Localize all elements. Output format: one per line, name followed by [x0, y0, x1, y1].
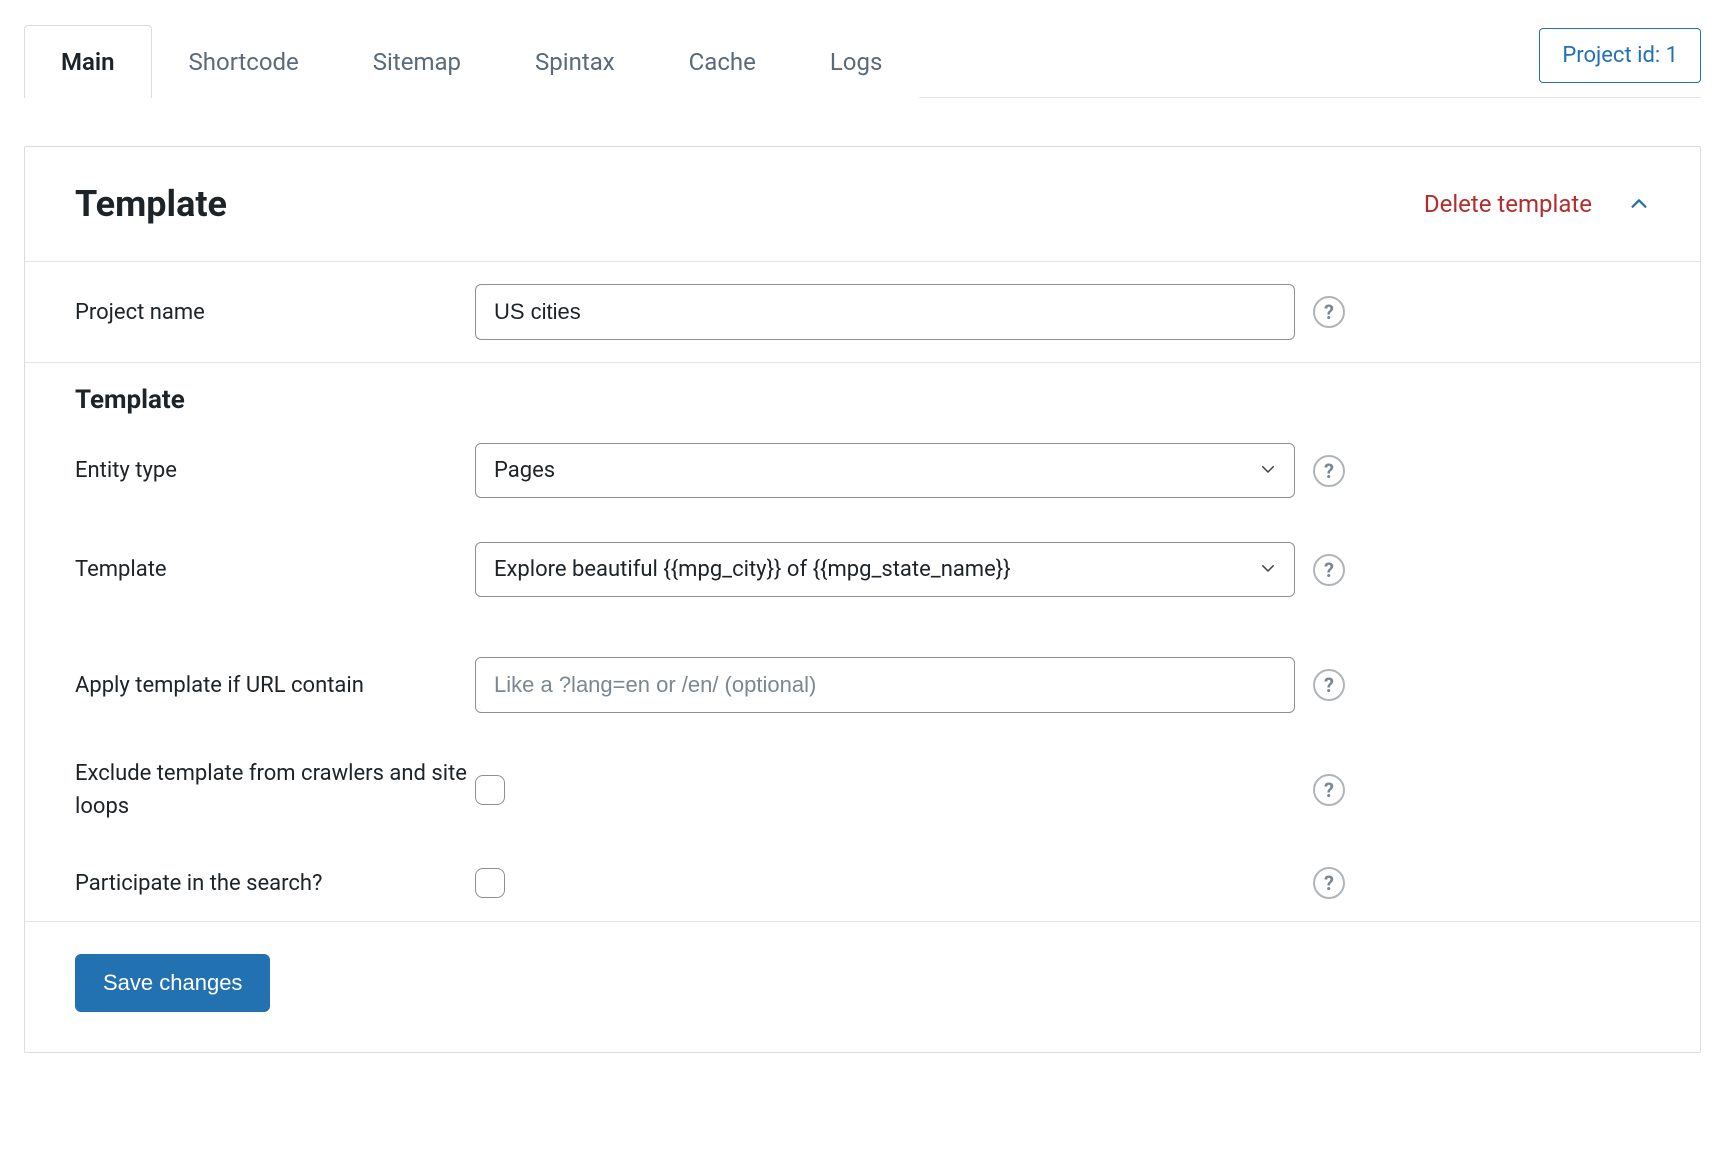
section-subtitle-template: Template — [25, 363, 1700, 421]
tabs: Main Shortcode Sitemap Spintax Cache Log… — [24, 24, 1539, 97]
label-project-name: Project name — [75, 300, 475, 325]
project-id-badge[interactable]: Project id: 1 — [1539, 28, 1701, 83]
tab-logs[interactable]: Logs — [793, 25, 919, 98]
help-icon[interactable]: ? — [1313, 669, 1345, 701]
row-template: Template Explore beautiful {{mpg_city}} … — [25, 520, 1700, 619]
label-exclude-crawlers: Exclude template from crawlers and site … — [75, 757, 475, 823]
collapse-toggle[interactable] — [1628, 193, 1650, 215]
row-exclude-crawlers: Exclude template from crawlers and site … — [25, 735, 1700, 845]
project-name-input[interactable] — [475, 284, 1295, 340]
row-apply-if-url: Apply template if URL contain ? — [25, 635, 1700, 735]
participate-search-checkbox[interactable] — [475, 868, 505, 898]
row-entity-type: Entity type Pages ? — [25, 421, 1700, 520]
entity-type-select[interactable]: Pages — [475, 443, 1295, 498]
help-icon[interactable]: ? — [1313, 774, 1345, 806]
panel-title: Template — [75, 183, 1424, 225]
tab-spintax[interactable]: Spintax — [498, 25, 652, 98]
exclude-crawlers-checkbox[interactable] — [475, 775, 505, 805]
panel-header: Template Delete template — [25, 147, 1700, 261]
save-changes-button[interactable]: Save changes — [75, 954, 270, 1012]
chevron-up-icon — [1628, 193, 1650, 215]
panel-footer: Save changes — [25, 922, 1700, 1052]
row-participate-search: Participate in the search? ? — [25, 845, 1700, 921]
tab-cache[interactable]: Cache — [652, 25, 793, 98]
help-icon[interactable]: ? — [1313, 867, 1345, 899]
label-participate-search: Participate in the search? — [75, 871, 475, 896]
tab-sitemap[interactable]: Sitemap — [336, 25, 498, 98]
apply-if-url-input[interactable] — [475, 657, 1295, 713]
help-icon[interactable]: ? — [1313, 455, 1345, 487]
row-project-name: Project name ? — [25, 262, 1700, 362]
template-panel: Template Delete template Project name ? … — [24, 146, 1701, 1053]
label-apply-if-url: Apply template if URL contain — [75, 673, 475, 698]
tab-shortcode[interactable]: Shortcode — [152, 25, 336, 98]
delete-template-link[interactable]: Delete template — [1424, 190, 1592, 218]
help-icon[interactable]: ? — [1313, 554, 1345, 586]
tab-main[interactable]: Main — [24, 25, 152, 98]
tabs-bar: Main Shortcode Sitemap Spintax Cache Log… — [24, 24, 1701, 98]
template-select[interactable]: Explore beautiful {{mpg_city}} of {{mpg_… — [475, 542, 1295, 597]
label-template: Template — [75, 557, 475, 582]
help-icon[interactable]: ? — [1313, 296, 1345, 328]
label-entity-type: Entity type — [75, 458, 475, 483]
